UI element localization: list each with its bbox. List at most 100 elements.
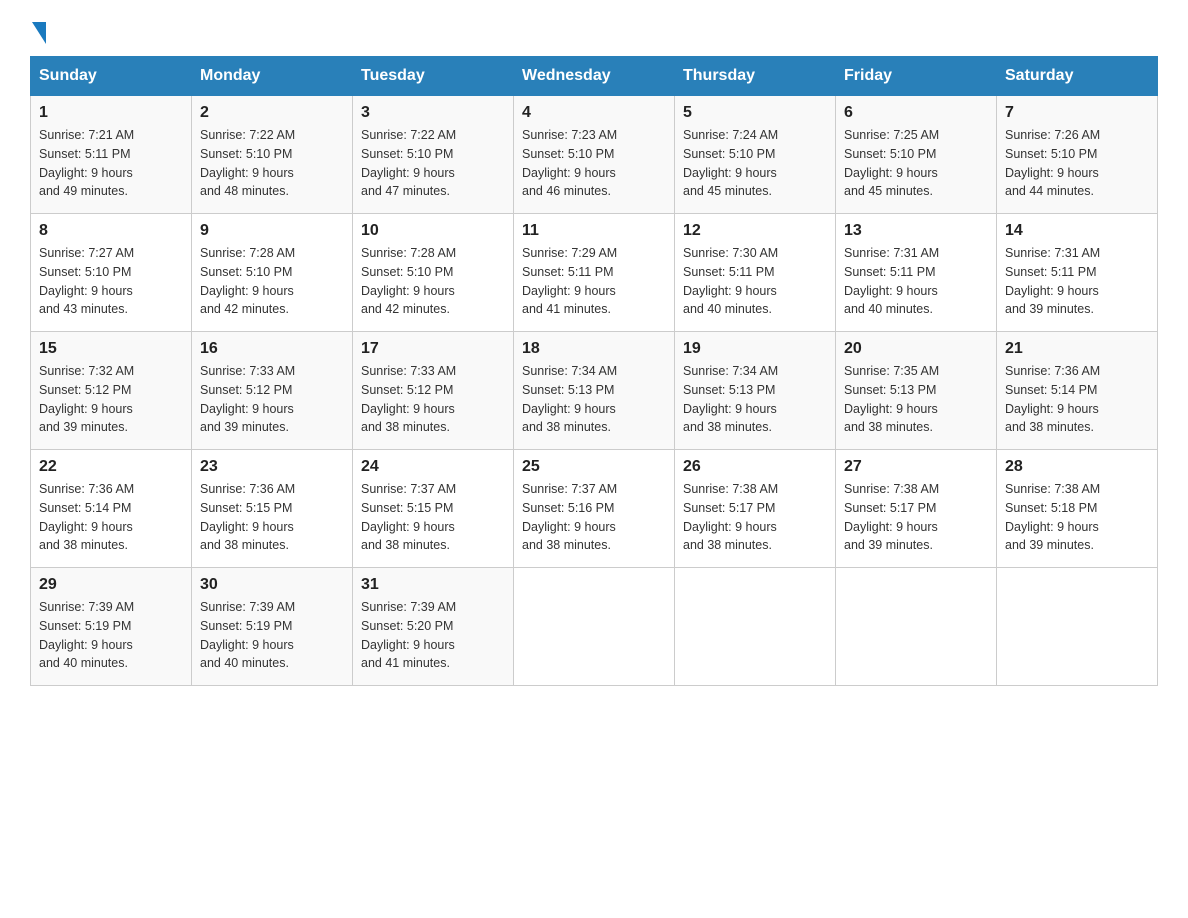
day-info: Sunrise: 7:36 AMSunset: 5:14 PMDaylight:… (39, 482, 134, 552)
calendar-header-monday: Monday (192, 57, 353, 96)
day-number: 23 (200, 458, 344, 476)
calendar-cell: 5 Sunrise: 7:24 AMSunset: 5:10 PMDayligh… (675, 96, 836, 214)
day-number: 27 (844, 458, 988, 476)
logo (30, 20, 46, 40)
day-number: 2 (200, 104, 344, 122)
day-info: Sunrise: 7:39 AMSunset: 5:19 PMDaylight:… (200, 600, 295, 670)
day-number: 30 (200, 576, 344, 594)
day-number: 1 (39, 104, 183, 122)
day-info: Sunrise: 7:22 AMSunset: 5:10 PMDaylight:… (200, 128, 295, 198)
calendar-header-tuesday: Tuesday (353, 57, 514, 96)
calendar-cell: 10 Sunrise: 7:28 AMSunset: 5:10 PMDaylig… (353, 214, 514, 332)
calendar-cell: 20 Sunrise: 7:35 AMSunset: 5:13 PMDaylig… (836, 332, 997, 450)
calendar-cell: 18 Sunrise: 7:34 AMSunset: 5:13 PMDaylig… (514, 332, 675, 450)
calendar-cell: 16 Sunrise: 7:33 AMSunset: 5:12 PMDaylig… (192, 332, 353, 450)
day-number: 26 (683, 458, 827, 476)
day-number: 4 (522, 104, 666, 122)
day-info: Sunrise: 7:39 AMSunset: 5:19 PMDaylight:… (39, 600, 134, 670)
day-info: Sunrise: 7:37 AMSunset: 5:16 PMDaylight:… (522, 482, 617, 552)
calendar-header-wednesday: Wednesday (514, 57, 675, 96)
day-info: Sunrise: 7:33 AMSunset: 5:12 PMDaylight:… (361, 364, 456, 434)
calendar-cell: 26 Sunrise: 7:38 AMSunset: 5:17 PMDaylig… (675, 450, 836, 568)
calendar-week-row: 1 Sunrise: 7:21 AMSunset: 5:11 PMDayligh… (31, 96, 1158, 214)
day-info: Sunrise: 7:23 AMSunset: 5:10 PMDaylight:… (522, 128, 617, 198)
calendar-cell: 30 Sunrise: 7:39 AMSunset: 5:19 PMDaylig… (192, 568, 353, 686)
calendar-cell: 4 Sunrise: 7:23 AMSunset: 5:10 PMDayligh… (514, 96, 675, 214)
day-info: Sunrise: 7:24 AMSunset: 5:10 PMDaylight:… (683, 128, 778, 198)
calendar-cell: 12 Sunrise: 7:30 AMSunset: 5:11 PMDaylig… (675, 214, 836, 332)
calendar-header-thursday: Thursday (675, 57, 836, 96)
calendar-cell (836, 568, 997, 686)
day-info: Sunrise: 7:27 AMSunset: 5:10 PMDaylight:… (39, 246, 134, 316)
day-number: 11 (522, 222, 666, 240)
calendar-cell: 9 Sunrise: 7:28 AMSunset: 5:10 PMDayligh… (192, 214, 353, 332)
day-number: 8 (39, 222, 183, 240)
calendar-cell: 11 Sunrise: 7:29 AMSunset: 5:11 PMDaylig… (514, 214, 675, 332)
day-number: 13 (844, 222, 988, 240)
day-info: Sunrise: 7:39 AMSunset: 5:20 PMDaylight:… (361, 600, 456, 670)
day-info: Sunrise: 7:30 AMSunset: 5:11 PMDaylight:… (683, 246, 778, 316)
calendar-week-row: 8 Sunrise: 7:27 AMSunset: 5:10 PMDayligh… (31, 214, 1158, 332)
calendar-cell: 17 Sunrise: 7:33 AMSunset: 5:12 PMDaylig… (353, 332, 514, 450)
logo-triangle-icon (32, 22, 46, 44)
calendar-cell: 1 Sunrise: 7:21 AMSunset: 5:11 PMDayligh… (31, 96, 192, 214)
day-info: Sunrise: 7:31 AMSunset: 5:11 PMDaylight:… (844, 246, 939, 316)
calendar-cell: 25 Sunrise: 7:37 AMSunset: 5:16 PMDaylig… (514, 450, 675, 568)
day-number: 20 (844, 340, 988, 358)
calendar-cell: 27 Sunrise: 7:38 AMSunset: 5:17 PMDaylig… (836, 450, 997, 568)
day-info: Sunrise: 7:38 AMSunset: 5:17 PMDaylight:… (844, 482, 939, 552)
day-info: Sunrise: 7:38 AMSunset: 5:18 PMDaylight:… (1005, 482, 1100, 552)
calendar-week-row: 29 Sunrise: 7:39 AMSunset: 5:19 PMDaylig… (31, 568, 1158, 686)
calendar-cell: 22 Sunrise: 7:36 AMSunset: 5:14 PMDaylig… (31, 450, 192, 568)
calendar-cell: 6 Sunrise: 7:25 AMSunset: 5:10 PMDayligh… (836, 96, 997, 214)
day-info: Sunrise: 7:28 AMSunset: 5:10 PMDaylight:… (361, 246, 456, 316)
day-number: 3 (361, 104, 505, 122)
day-number: 5 (683, 104, 827, 122)
calendar-table: SundayMondayTuesdayWednesdayThursdayFrid… (30, 56, 1158, 686)
calendar-header-friday: Friday (836, 57, 997, 96)
calendar-cell: 21 Sunrise: 7:36 AMSunset: 5:14 PMDaylig… (997, 332, 1158, 450)
calendar-header-sunday: Sunday (31, 57, 192, 96)
calendar-cell: 13 Sunrise: 7:31 AMSunset: 5:11 PMDaylig… (836, 214, 997, 332)
day-info: Sunrise: 7:31 AMSunset: 5:11 PMDaylight:… (1005, 246, 1100, 316)
calendar-header-row: SundayMondayTuesdayWednesdayThursdayFrid… (31, 57, 1158, 96)
calendar-week-row: 15 Sunrise: 7:32 AMSunset: 5:12 PMDaylig… (31, 332, 1158, 450)
day-info: Sunrise: 7:37 AMSunset: 5:15 PMDaylight:… (361, 482, 456, 552)
calendar-cell: 14 Sunrise: 7:31 AMSunset: 5:11 PMDaylig… (997, 214, 1158, 332)
day-info: Sunrise: 7:22 AMSunset: 5:10 PMDaylight:… (361, 128, 456, 198)
day-number: 16 (200, 340, 344, 358)
day-number: 25 (522, 458, 666, 476)
day-info: Sunrise: 7:33 AMSunset: 5:12 PMDaylight:… (200, 364, 295, 434)
day-number: 9 (200, 222, 344, 240)
calendar-cell: 28 Sunrise: 7:38 AMSunset: 5:18 PMDaylig… (997, 450, 1158, 568)
calendar-cell: 31 Sunrise: 7:39 AMSunset: 5:20 PMDaylig… (353, 568, 514, 686)
day-number: 28 (1005, 458, 1149, 476)
day-info: Sunrise: 7:29 AMSunset: 5:11 PMDaylight:… (522, 246, 617, 316)
calendar-cell (514, 568, 675, 686)
calendar-cell: 29 Sunrise: 7:39 AMSunset: 5:19 PMDaylig… (31, 568, 192, 686)
day-number: 29 (39, 576, 183, 594)
calendar-cell: 19 Sunrise: 7:34 AMSunset: 5:13 PMDaylig… (675, 332, 836, 450)
day-number: 22 (39, 458, 183, 476)
day-info: Sunrise: 7:36 AMSunset: 5:14 PMDaylight:… (1005, 364, 1100, 434)
day-number: 17 (361, 340, 505, 358)
day-number: 10 (361, 222, 505, 240)
calendar-cell: 2 Sunrise: 7:22 AMSunset: 5:10 PMDayligh… (192, 96, 353, 214)
calendar-week-row: 22 Sunrise: 7:36 AMSunset: 5:14 PMDaylig… (31, 450, 1158, 568)
day-number: 15 (39, 340, 183, 358)
day-info: Sunrise: 7:34 AMSunset: 5:13 PMDaylight:… (683, 364, 778, 434)
day-info: Sunrise: 7:21 AMSunset: 5:11 PMDaylight:… (39, 128, 134, 198)
day-info: Sunrise: 7:28 AMSunset: 5:10 PMDaylight:… (200, 246, 295, 316)
calendar-cell: 3 Sunrise: 7:22 AMSunset: 5:10 PMDayligh… (353, 96, 514, 214)
day-number: 6 (844, 104, 988, 122)
calendar-cell: 7 Sunrise: 7:26 AMSunset: 5:10 PMDayligh… (997, 96, 1158, 214)
day-number: 19 (683, 340, 827, 358)
day-info: Sunrise: 7:32 AMSunset: 5:12 PMDaylight:… (39, 364, 134, 434)
day-number: 18 (522, 340, 666, 358)
day-number: 31 (361, 576, 505, 594)
day-number: 21 (1005, 340, 1149, 358)
day-info: Sunrise: 7:34 AMSunset: 5:13 PMDaylight:… (522, 364, 617, 434)
day-info: Sunrise: 7:35 AMSunset: 5:13 PMDaylight:… (844, 364, 939, 434)
day-info: Sunrise: 7:38 AMSunset: 5:17 PMDaylight:… (683, 482, 778, 552)
day-info: Sunrise: 7:25 AMSunset: 5:10 PMDaylight:… (844, 128, 939, 198)
